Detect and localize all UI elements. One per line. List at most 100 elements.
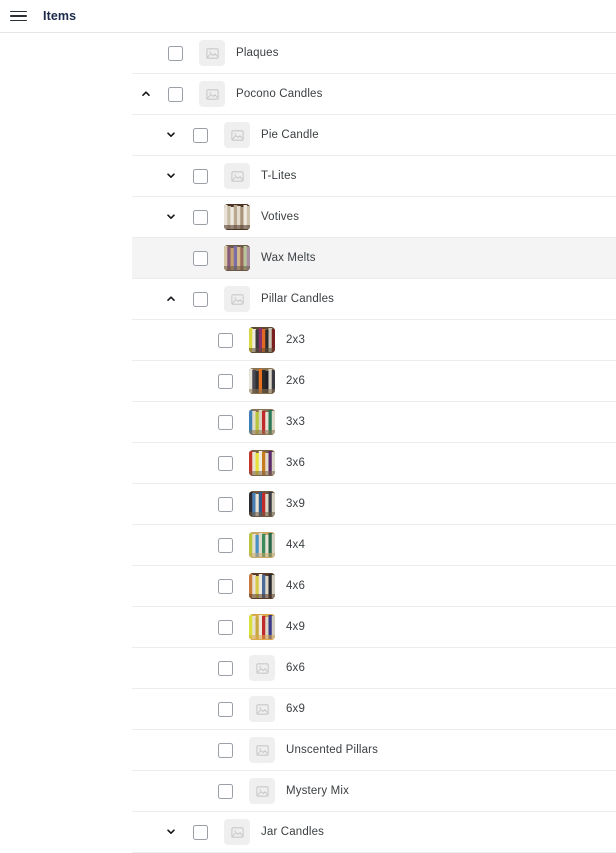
item-name-label: Pie Candle (261, 129, 319, 141)
table-row[interactable]: 3x3 (132, 402, 616, 443)
chevron-up-icon[interactable] (135, 83, 157, 105)
item-thumbnail (249, 614, 275, 640)
item-thumbnail (249, 532, 275, 558)
item-thumbnail (224, 245, 250, 271)
item-name-label: 4x9 (286, 621, 305, 633)
row-checkbox[interactable] (193, 127, 208, 143)
item-thumbnail (249, 409, 275, 435)
item-name-label: 3x9 (286, 498, 305, 510)
item-tree: Plaques Pocono Candles Pie Candle T-Lites Vo… (0, 33, 616, 853)
expand-toggle-placeholder (135, 42, 157, 64)
item-name-label: 6x9 (286, 703, 305, 715)
table-row[interactable]: 2x3 (132, 320, 616, 361)
expand-toggle-placeholder (185, 329, 207, 351)
expand-toggle-placeholder (185, 616, 207, 638)
chevron-down-icon[interactable] (160, 124, 182, 146)
row-checkbox[interactable] (218, 414, 233, 430)
table-row[interactable]: 4x6 (132, 566, 616, 607)
row-checkbox[interactable] (218, 332, 233, 348)
table-row[interactable]: 4x4 (132, 525, 616, 566)
row-checkbox[interactable] (193, 250, 208, 266)
row-checkbox[interactable] (218, 619, 233, 635)
item-name-label: Mystery Mix (286, 785, 349, 797)
chevron-down-icon[interactable] (160, 821, 182, 843)
table-row[interactable]: Jar Candles (132, 812, 616, 853)
app-bar: Items (0, 0, 616, 33)
item-thumbnail (249, 491, 275, 517)
row-checkbox[interactable] (218, 783, 233, 799)
image-placeholder-icon (249, 778, 275, 804)
image-placeholder-icon (199, 40, 225, 66)
table-row[interactable]: 6x6 (132, 648, 616, 689)
row-checkbox[interactable] (218, 373, 233, 389)
item-name-label: 3x6 (286, 457, 305, 469)
table-row[interactable]: Pie Candle (132, 115, 616, 156)
expand-toggle-placeholder (185, 452, 207, 474)
table-row[interactable]: 2x6 (132, 361, 616, 402)
row-checkbox[interactable] (218, 660, 233, 676)
item-name-label: Wax Melts (261, 252, 316, 264)
row-checkbox[interactable] (218, 496, 233, 512)
row-checkbox[interactable] (193, 824, 208, 840)
row-checkbox[interactable] (218, 742, 233, 758)
image-placeholder-icon (249, 655, 275, 681)
row-checkbox[interactable] (218, 537, 233, 553)
item-name-label: Jar Candles (261, 826, 325, 838)
row-checkbox[interactable] (193, 168, 208, 184)
expand-toggle-placeholder (185, 493, 207, 515)
image-placeholder-icon (249, 737, 275, 763)
row-checkbox[interactable] (218, 455, 233, 471)
table-row[interactable]: Wax Melts (132, 238, 616, 279)
item-name-label: Unscented Pillars (286, 744, 379, 756)
expand-toggle-placeholder (185, 370, 207, 392)
expand-toggle-placeholder (185, 739, 207, 761)
item-thumbnail (249, 573, 275, 599)
image-placeholder-icon (199, 81, 225, 107)
item-thumbnail (249, 450, 275, 476)
table-row[interactable]: Unscented Pillars (132, 730, 616, 771)
image-placeholder-icon (224, 286, 250, 312)
expand-toggle-placeholder (185, 411, 207, 433)
item-name-label: 3x3 (286, 416, 305, 428)
table-row[interactable]: 6x9 (132, 689, 616, 730)
item-name-label: T-Lites (261, 170, 297, 182)
row-checkbox[interactable] (218, 701, 233, 717)
item-name-label: 2x3 (286, 334, 305, 346)
image-placeholder-icon (224, 122, 250, 148)
item-name-label: Plaques (236, 47, 279, 59)
row-checkbox[interactable] (193, 209, 208, 225)
chevron-up-icon[interactable] (160, 288, 182, 310)
expand-toggle-placeholder (160, 247, 182, 269)
expand-toggle-placeholder (185, 575, 207, 597)
table-row[interactable]: Pillar Candles (132, 279, 616, 320)
chevron-down-icon[interactable] (160, 206, 182, 228)
table-row[interactable]: 4x9 (132, 607, 616, 648)
row-checkbox[interactable] (193, 291, 208, 307)
chevron-down-icon[interactable] (160, 165, 182, 187)
table-row[interactable]: T-Lites (132, 156, 616, 197)
item-thumbnail (224, 204, 250, 230)
table-row[interactable]: Mystery Mix (132, 771, 616, 812)
item-name-label: 2x6 (286, 375, 305, 387)
table-row[interactable]: Pocono Candles (132, 74, 616, 115)
image-placeholder-icon (249, 696, 275, 722)
table-row[interactable]: Plaques (132, 33, 616, 74)
item-thumbnail (249, 327, 275, 353)
table-row[interactable]: Votives (132, 197, 616, 238)
table-row[interactable]: 3x6 (132, 443, 616, 484)
expand-toggle-placeholder (185, 534, 207, 556)
expand-toggle-placeholder (185, 780, 207, 802)
row-checkbox[interactable] (168, 45, 183, 61)
item-name-label: 6x6 (286, 662, 305, 674)
row-checkbox[interactable] (218, 578, 233, 594)
hamburger-line (9, 15, 27, 17)
item-name-label: 4x6 (286, 580, 305, 592)
item-name-label: Pillar Candles (261, 293, 335, 305)
image-placeholder-icon (224, 819, 250, 845)
hamburger-menu-icon[interactable] (5, 3, 31, 29)
expand-toggle-placeholder (185, 657, 207, 679)
table-row[interactable]: 3x9 (132, 484, 616, 525)
row-checkbox[interactable] (168, 86, 183, 102)
item-thumbnail (249, 368, 275, 394)
expand-toggle-placeholder (185, 698, 207, 720)
